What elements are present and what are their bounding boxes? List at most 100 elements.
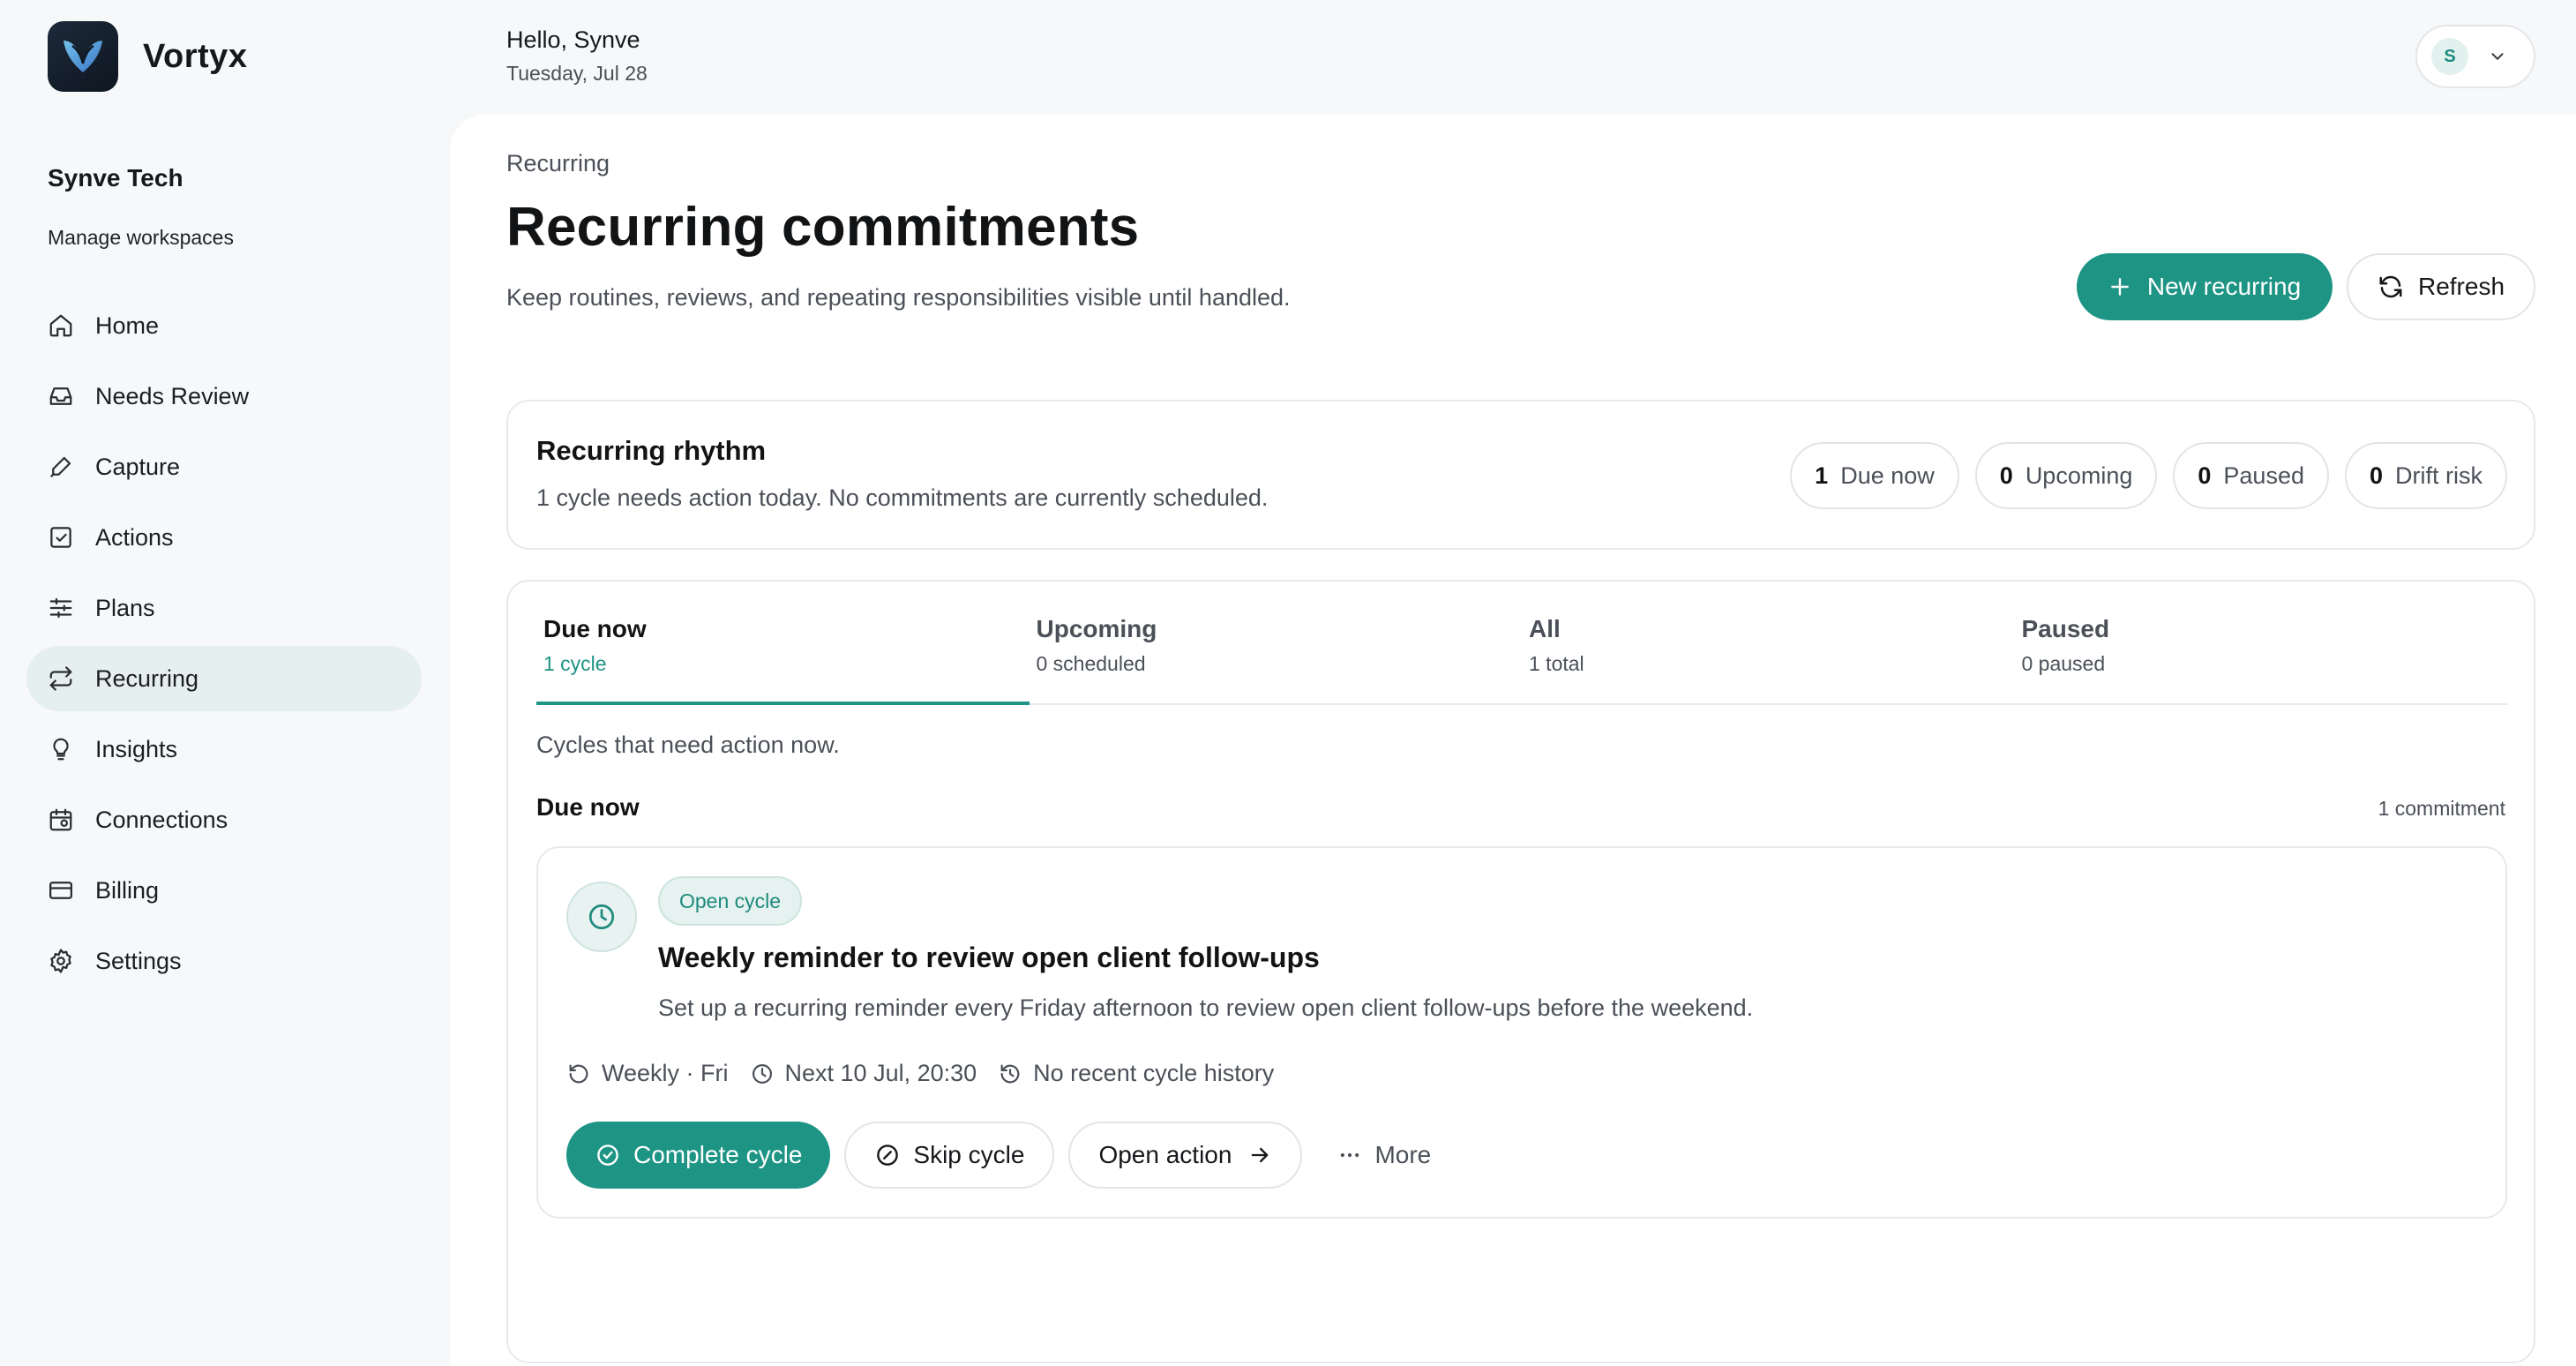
tab-all[interactable]: All 1 total	[1522, 582, 2015, 703]
tab-label: Upcoming	[1036, 615, 1157, 642]
section-count: 1 commitment	[2378, 797, 2505, 820]
home-icon	[46, 311, 76, 341]
sidebar-item-plans[interactable]: Plans	[26, 575, 422, 641]
greeting: Hello, Synve	[506, 26, 640, 53]
frequency-text: Weekly · Fri	[602, 1060, 729, 1086]
commitment-description: Set up a recurring reminder every Friday…	[658, 994, 1754, 1021]
recurring-tabs-card: Due now 1 cycle Upcoming 0 scheduled All…	[506, 580, 2535, 1363]
stat-drift-risk[interactable]: 0 Drift risk	[2344, 442, 2507, 509]
open-action-button[interactable]: Open action	[1068, 1122, 1303, 1189]
tab-count: 1 total	[1529, 652, 1584, 675]
more-label: More	[1374, 1141, 1432, 1168]
sidebar-item-label: Home	[95, 311, 160, 339]
history-text: No recent cycle history	[1033, 1060, 1275, 1086]
tab-upcoming[interactable]: Upcoming 0 scheduled	[1030, 582, 1523, 703]
refresh-button[interactable]: Refresh	[2347, 253, 2535, 320]
sidebar-item-label: Capture	[95, 453, 181, 480]
sidebar-item-label: Connections	[95, 806, 228, 833]
sidebar-item-needs-review[interactable]: Needs Review	[26, 364, 422, 429]
tab-paused[interactable]: Paused 0 paused	[2015, 582, 2508, 703]
tab-count: 0 scheduled	[1036, 652, 1146, 675]
stat-paused[interactable]: 0 Paused	[2173, 442, 2329, 509]
sidebar: Vortyx Synve Tech Manage workspaces Home…	[0, 0, 450, 1366]
sidebar-nav: Home Needs Review Capture Actions Plans	[26, 293, 422, 999]
chevron-down-icon	[2488, 47, 2507, 66]
breadcrumb[interactable]: Recurring	[506, 150, 610, 177]
sidebar-item-recurring[interactable]: Recurring	[26, 646, 422, 711]
commitment-actions: Complete cycle Skip cycle Open action Mo…	[566, 1122, 1466, 1189]
stat-count: 0	[2369, 462, 2384, 489]
brand-logo-icon	[48, 21, 118, 92]
commitment-title[interactable]: Weekly reminder to review open client fo…	[658, 942, 1320, 974]
lightbulb-icon	[46, 734, 76, 764]
plus-icon	[2108, 275, 2131, 298]
tab-count: 1 cycle	[543, 652, 607, 675]
credit-card-icon	[46, 875, 76, 905]
more-dots-icon	[1341, 1152, 1359, 1158]
refresh-label: Refresh	[2417, 273, 2505, 300]
calendar-plug-icon	[46, 805, 76, 835]
main-content: Recurring Recurring commitments Keep rou…	[450, 115, 2576, 1366]
tab-label: Due now	[543, 615, 647, 642]
clock-icon	[566, 882, 637, 952]
tab-count: 0 paused	[2021, 652, 2106, 675]
sidebar-item-label: Insights	[95, 735, 178, 762]
manage-workspaces-link[interactable]: Manage workspaces	[48, 226, 234, 250]
brand[interactable]: Vortyx	[48, 21, 247, 92]
frequency-meta: Weekly · Fri	[566, 1060, 729, 1087]
section-title: Due now	[536, 793, 640, 821]
refresh-icon	[2379, 275, 2402, 298]
sidebar-item-label: Recurring	[95, 664, 199, 692]
skip-cycle-label: Skip cycle	[913, 1141, 1025, 1168]
status-badge: Open cycle	[658, 876, 803, 926]
new-recurring-button[interactable]: New recurring	[2077, 253, 2333, 320]
sidebar-item-label: Billing	[95, 876, 160, 904]
open-action-label: Open action	[1098, 1141, 1232, 1168]
next-text: Next 10 Jul, 20:30	[784, 1060, 977, 1086]
sliders-icon	[46, 593, 76, 623]
sidebar-item-insights[interactable]: Insights	[26, 717, 422, 782]
commitment-meta: Weekly · Fri Next 10 Jul, 20:30 No recen…	[566, 1060, 1295, 1087]
current-date: Tuesday, Jul 28	[506, 62, 648, 85]
stat-upcoming[interactable]: 0 Upcoming	[1974, 442, 2158, 509]
more-button[interactable]: More	[1316, 1122, 1452, 1189]
next-meta: Next 10 Jul, 20:30	[750, 1060, 977, 1087]
complete-cycle-button[interactable]: Complete cycle	[566, 1122, 831, 1189]
brand-name: Vortyx	[143, 37, 248, 75]
repeat-icon	[46, 664, 76, 694]
gear-icon	[46, 946, 76, 976]
clock-icon	[752, 1063, 772, 1084]
history-icon	[1000, 1064, 1020, 1083]
recurring-rhythm-card: Recurring rhythm 1 cycle needs action to…	[506, 400, 2535, 550]
history-meta: No recent cycle history	[998, 1060, 1274, 1087]
user-menu-button[interactable]: S	[2415, 25, 2535, 88]
complete-cycle-label: Complete cycle	[633, 1141, 803, 1168]
sidebar-item-capture[interactable]: Capture	[26, 434, 422, 499]
sidebar-item-billing[interactable]: Billing	[26, 858, 422, 923]
skip-cycle-button[interactable]: Skip cycle	[844, 1122, 1055, 1189]
stat-label: Drift risk	[2395, 462, 2482, 489]
commitment-card[interactable]: Open cycle Weekly reminder to review ope…	[536, 846, 2507, 1219]
stat-label: Paused	[2223, 462, 2304, 489]
stat-count: 0	[1999, 462, 2013, 489]
page-title: Recurring commitments	[506, 197, 1140, 258]
avatar: S	[2431, 38, 2468, 75]
rhythm-description: 1 cycle needs action today. No commitmen…	[536, 484, 1269, 511]
sidebar-item-connections[interactable]: Connections	[26, 787, 422, 852]
sidebar-item-settings[interactable]: Settings	[26, 928, 422, 994]
sidebar-item-label: Plans	[95, 594, 155, 621]
stat-label: Upcoming	[2025, 462, 2133, 489]
rhythm-title: Recurring rhythm	[536, 435, 767, 466]
sidebar-item-home[interactable]: Home	[26, 293, 422, 358]
sidebar-item-label: Settings	[95, 947, 182, 974]
stat-due-now[interactable]: 1 Due now	[1790, 442, 1959, 509]
tab-due-now[interactable]: Due now 1 cycle	[536, 582, 1030, 705]
skip-circle-icon	[877, 1145, 899, 1166]
sidebar-item-label: Needs Review	[95, 382, 250, 409]
tab-description: Cycles that need action now.	[536, 732, 840, 758]
stat-count: 0	[2198, 462, 2212, 489]
sidebar-item-label: Actions	[95, 523, 174, 551]
stat-count: 1	[1815, 462, 1829, 489]
workspace-name: Synve Tech	[48, 164, 183, 191]
sidebar-item-actions[interactable]: Actions	[26, 505, 422, 570]
